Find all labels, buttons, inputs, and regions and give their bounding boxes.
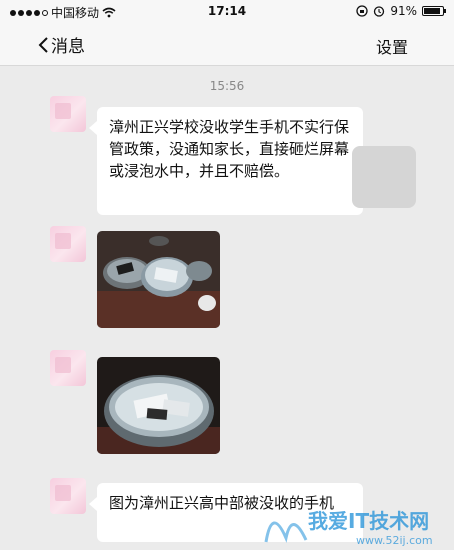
watermark-logo: 我爱IT技术网 www.52ij.com — [264, 509, 433, 547]
sender-avatar[interactable] — [50, 96, 86, 132]
message-text: 漳州正兴学校没收学生手机不实行保管政策，没通知家长，直接砸烂屏幕或浸泡水中，并且… — [109, 118, 350, 180]
alarm-icon — [374, 6, 385, 17]
chat-timestamp: 15:56 — [209, 79, 245, 93]
settings-button[interactable]: 设置 — [376, 34, 408, 58]
phones-in-water-basin-photo — [97, 357, 220, 454]
battery-icon — [422, 6, 446, 16]
rotation-lock-icon — [356, 5, 368, 17]
watermark-name: 我爱IT技术网 — [308, 509, 429, 533]
chevron-left-icon — [38, 36, 48, 53]
blurred-avatar — [352, 146, 416, 208]
back-label: 消息 — [51, 37, 85, 57]
status-right: 91% — [356, 4, 446, 18]
sender-avatar[interactable] — [50, 350, 86, 386]
image-message[interactable] — [97, 357, 220, 454]
status-bar: 中国移动 17:14 91% — [0, 0, 454, 22]
battery-fill — [424, 8, 441, 14]
image-message[interactable] — [97, 231, 220, 328]
sender-avatar[interactable] — [50, 226, 86, 262]
watermark-url: www.52ij.com — [356, 534, 433, 547]
battery-percent: 91% — [390, 4, 417, 18]
back-button[interactable]: 消息 — [38, 32, 85, 57]
site-watermark: 我爱IT技术网 www.52ij.com — [262, 500, 450, 548]
nav-bar: 消息 设置 — [0, 22, 454, 66]
text-message-bubble[interactable]: 漳州正兴学校没收学生手机不实行保管政策，没通知家长，直接砸烂屏幕或浸泡水中，并且… — [89, 107, 363, 215]
phones-in-basins-photo — [97, 231, 220, 328]
sender-avatar[interactable] — [50, 478, 86, 514]
